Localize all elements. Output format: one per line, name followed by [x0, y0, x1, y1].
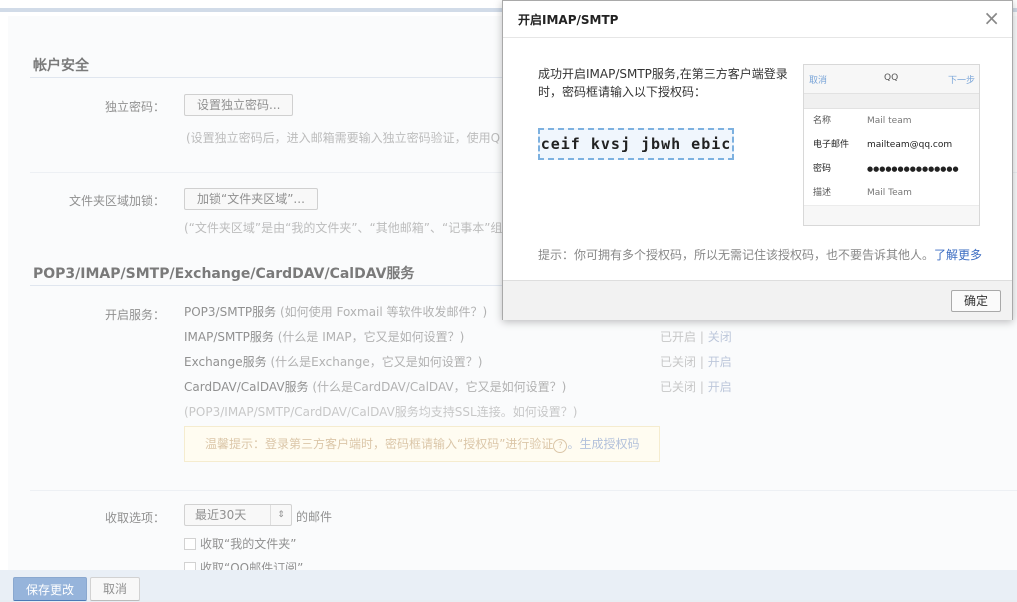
learn-more-link[interactable]: 了解更多	[934, 248, 982, 262]
phone-row-value: Mail Team	[867, 188, 912, 198]
phone-next: 下一步	[947, 76, 975, 86]
dialog-message: 成功开启IMAP/SMTP服务,在第三方客户端登录时，密码框请输入以下授权码：	[538, 67, 788, 99]
phone-cancel: 取消	[809, 76, 828, 86]
phone-title: QQ	[884, 73, 899, 83]
phone-row-value: Mail team	[867, 116, 912, 126]
imap-smtp-dialog: 开启IMAP/SMTP × 成功开启IMAP/SMTP服务,在第三方客户端登录时…	[502, 0, 1013, 320]
phone-row-key: 描述	[813, 188, 832, 198]
phone-row-value: ●●●●●●●●●●●●●●●	[867, 165, 959, 173]
phone-illustration: 取消 QQ 下一步 名称 Mail team 电子邮件 mailteam@qq.…	[803, 64, 980, 226]
phone-row: 名称 Mail team	[804, 109, 979, 134]
close-icon[interactable]: ×	[983, 6, 1000, 30]
dialog-title: 开启IMAP/SMTP	[518, 13, 619, 27]
phone-row: 电子邮件 mailteam@qq.com	[804, 133, 979, 158]
phone-row-key: 密码	[813, 164, 832, 174]
ok-button[interactable]: 确定	[950, 290, 1001, 312]
phone-row: 密码 ●●●●●●●●●●●●●●●	[804, 157, 979, 182]
settings-page: 帐户安全 独立密码： 设置独立密码... (设置独立密码后，进入邮箱需要输入独立…	[0, 0, 1017, 601]
auth-code[interactable]: ceif kvsj jbwh ebic	[538, 128, 734, 160]
phone-header: 取消 QQ 下一步	[804, 65, 979, 93]
phone-row-key: 电子邮件	[813, 140, 850, 150]
dialog-header: 开启IMAP/SMTP ×	[503, 1, 1012, 38]
dialog-tip-text: 提示：你可拥有多个授权码，所以无需记住该授权码，也不要告诉其他人。	[538, 248, 935, 262]
dialog-footer: 确定	[503, 280, 1012, 320]
phone-row-key: 名称	[813, 116, 832, 126]
phone-row: 描述 Mail Team	[804, 181, 979, 206]
dialog-tip: 提示：你可拥有多个授权码，所以无需记住该授权码，也不要告诉其他人。了解更多	[538, 246, 982, 263]
phone-separator	[804, 93, 979, 109]
phone-row-value: mailteam@qq.com	[867, 140, 953, 150]
